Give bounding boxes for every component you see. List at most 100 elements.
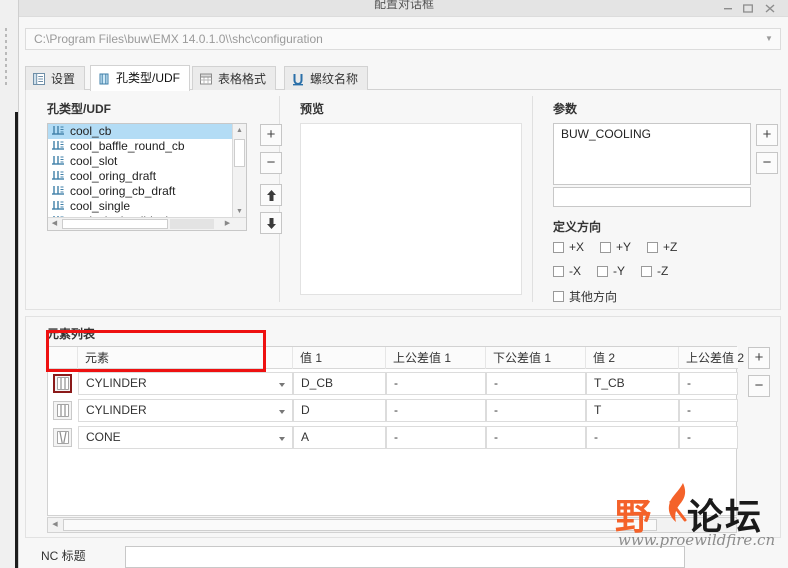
maximize-icon[interactable] — [739, 1, 757, 15]
column-header-upper-tol1: 上公差值 1 — [386, 347, 486, 369]
cell-lower-tol1[interactable]: - — [486, 372, 586, 395]
parameter-input[interactable] — [553, 187, 751, 207]
checkbox-plus-x[interactable]: +X — [553, 240, 584, 254]
checkbox-minus-y[interactable]: -Y — [597, 264, 625, 278]
configuration-path-combo[interactable]: C:\Program Files\buw\EMX 14.0.1.0\\shc\c… — [25, 28, 781, 50]
checkbox-box[interactable] — [600, 241, 612, 253]
cell-upper-tol1[interactable]: - — [386, 426, 486, 449]
checkbox-minus-x[interactable]: -X — [553, 264, 581, 278]
cell-upper-tol2[interactable]: - — [679, 399, 738, 422]
cell-upper-tol2[interactable]: - — [679, 372, 738, 395]
add-parameter-button[interactable]: + — [756, 124, 778, 146]
checkbox-box[interactable] — [553, 265, 564, 277]
nc-title-label: NC 标题 — [41, 549, 86, 563]
list-item[interactable]: cool_oring_cb_draft — [48, 184, 246, 199]
nc-title-row: NC 标题 — [25, 546, 781, 568]
checkbox-minus-z[interactable]: -Z — [641, 264, 668, 278]
cylinder-icon[interactable] — [53, 374, 72, 393]
checkbox-box[interactable] — [647, 241, 659, 253]
tab-hole-type-udf-label: 孔类型/UDF — [116, 71, 180, 85]
hole-type-udf-pane: 孔类型/UDF cool_cb cool_baffle_round_cb coo… — [25, 90, 781, 396]
checkbox-plus-z[interactable]: +Z — [647, 240, 677, 254]
list-item[interactable]: cool_cb — [48, 124, 246, 139]
hole-type-icon — [52, 186, 64, 195]
add-element-button[interactable]: + — [748, 347, 770, 369]
cell-value1[interactable]: D_CB — [293, 372, 386, 395]
cell-value1[interactable]: A — [293, 426, 386, 449]
checkbox-box[interactable] — [553, 291, 564, 302]
cell-lower-tol1[interactable]: - — [486, 399, 586, 422]
remove-hole-type-button[interactable]: − — [260, 152, 282, 174]
cell-value2[interactable]: - — [586, 426, 679, 449]
scroll-trough[interactable] — [170, 219, 214, 229]
checkbox-box[interactable] — [553, 241, 564, 253]
checkbox-plus-y[interactable]: +Y — [600, 240, 631, 254]
column-header-lower-tol1: 下公差值 1 — [486, 347, 586, 369]
add-hole-type-button[interactable]: + — [260, 124, 282, 146]
table-row[interactable]: CONE A - - - - — [48, 424, 738, 451]
hole-type-icon — [52, 141, 64, 150]
preview-panel-title: 预览 — [300, 102, 325, 116]
remove-parameter-button[interactable]: − — [756, 152, 778, 174]
list-item[interactable]: cool_slot — [48, 154, 246, 169]
move-up-button[interactable] — [260, 184, 282, 206]
scroll-left-icon[interactable]: ◀ — [48, 218, 61, 230]
minimize-icon[interactable] — [719, 1, 737, 15]
table-format-icon — [200, 73, 212, 85]
up-arrow-icon — [266, 190, 276, 201]
table-row[interactable]: CYLINDER D_CB - - T_CB - — [48, 370, 738, 397]
close-icon[interactable] — [761, 1, 779, 15]
cell-lower-tol1[interactable]: - — [486, 426, 586, 449]
list-item[interactable]: cool_oring_draft — [48, 169, 246, 184]
scroll-thumb[interactable] — [63, 519, 657, 531]
parameter-list[interactable]: BUW_COOLING — [553, 123, 751, 185]
move-down-button[interactable] — [260, 212, 282, 234]
hole-type-list[interactable]: cool_cb cool_baffle_round_cb cool_slot c… — [47, 123, 247, 231]
scroll-right-icon[interactable]: ▶ — [221, 218, 234, 230]
scroll-up-icon[interactable]: ▲ — [233, 124, 246, 137]
hole-type-icon — [52, 156, 64, 165]
cell-value1[interactable]: D — [293, 399, 386, 422]
checkbox-label: +Y — [616, 240, 632, 254]
cell-upper-tol1[interactable]: - — [386, 372, 486, 395]
checkbox-box[interactable] — [597, 265, 608, 277]
cell-upper-tol2[interactable]: - — [679, 426, 738, 449]
parameter-list-item[interactable]: BUW_COOLING — [561, 127, 651, 141]
nc-title-input[interactable] — [125, 546, 685, 568]
checkbox-label: 其他方向 — [569, 290, 618, 304]
thread-name-icon — [293, 74, 303, 86]
checkbox-box[interactable] — [641, 265, 652, 277]
scroll-thumb[interactable] — [62, 219, 168, 229]
list-item[interactable]: cool_single — [48, 199, 246, 214]
chevron-down-icon[interactable]: ▼ — [759, 30, 779, 48]
cell-element[interactable]: CYLINDER — [78, 372, 293, 395]
tab-thread-name[interactable]: 螺纹名称 — [284, 66, 369, 91]
list-vertical-scrollbar[interactable]: ▲ ▼ — [232, 124, 246, 230]
scroll-thumb[interactable] — [234, 139, 245, 167]
cell-value2[interactable]: T_CB — [586, 372, 679, 395]
panel-divider-2 — [532, 96, 533, 302]
down-arrow-icon — [266, 218, 276, 229]
settings-icon — [33, 73, 45, 85]
element-table-horizontal-scrollbar[interactable]: ◀ — [47, 517, 737, 533]
tab-hole-type-udf[interactable]: 孔类型/UDF — [90, 65, 190, 91]
tab-table-format[interactable]: 表格格式 — [192, 66, 277, 91]
list-item-label: cool_cb — [70, 124, 112, 138]
cylinder-icon[interactable] — [53, 401, 72, 420]
cell-value2[interactable]: T — [586, 399, 679, 422]
cell-upper-tol1[interactable]: - — [386, 399, 486, 422]
cone-icon[interactable] — [53, 428, 72, 447]
element-list-title: 元素列表 — [47, 327, 96, 341]
cell-element[interactable]: CONE — [78, 426, 293, 449]
tab-settings[interactable]: 设置 — [25, 66, 86, 91]
column-header-value2: 值 2 — [586, 347, 679, 369]
cell-element[interactable]: CYLINDER — [78, 399, 293, 422]
list-horizontal-scrollbar[interactable]: ◀ ▶ — [48, 217, 246, 230]
remove-element-button[interactable]: − — [748, 375, 770, 397]
checkbox-other-direction[interactable]: 其他方向 — [553, 288, 617, 305]
tab-thread-name-label: 螺纹名称 — [310, 71, 359, 86]
scroll-left-icon[interactable]: ◀ — [48, 518, 62, 532]
list-item[interactable]: cool_baffle_round_cb — [48, 139, 246, 154]
config-dialog-window: 配置对话框 C:\Program Files\buw\EMX 14.0.1.0\… — [18, 0, 788, 568]
table-row[interactable]: CYLINDER D - - T - — [48, 397, 738, 424]
